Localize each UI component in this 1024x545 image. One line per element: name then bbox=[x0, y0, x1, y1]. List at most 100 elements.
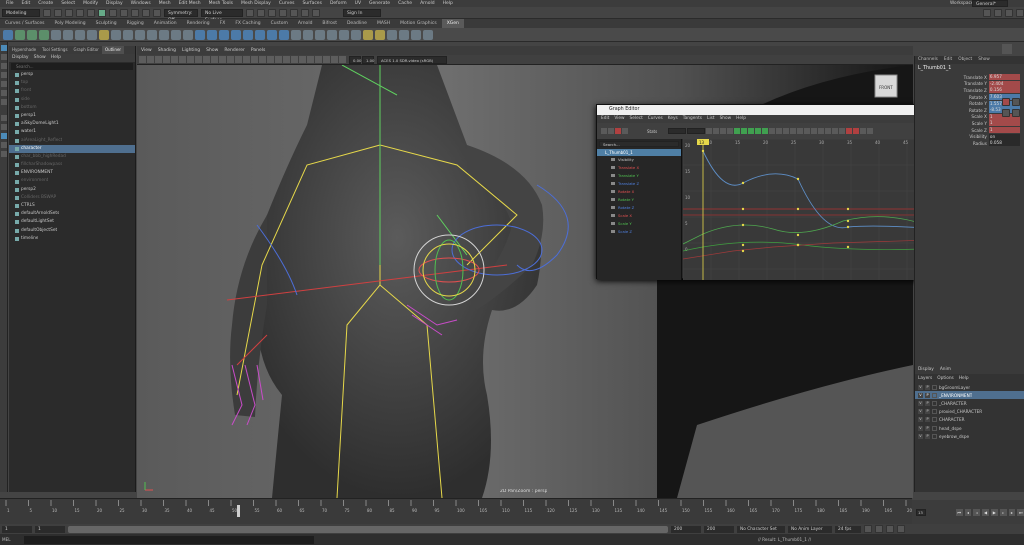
menu-item[interactable]: Surfaces bbox=[298, 1, 326, 6]
graph-channel-row[interactable]: Translate X bbox=[597, 164, 681, 172]
menu-item[interactable]: Mesh bbox=[155, 1, 175, 6]
bookmark-icon[interactable] bbox=[155, 56, 162, 63]
go-to-start-icon[interactable]: ⏮ bbox=[955, 508, 963, 516]
current-time-indicator[interactable] bbox=[237, 505, 240, 517]
insert-knot-icon[interactable] bbox=[135, 29, 145, 40]
clamped-tangent-icon[interactable] bbox=[748, 128, 754, 134]
eye-icon[interactable] bbox=[611, 174, 615, 177]
graph-channel-row[interactable]: Rotate Z bbox=[597, 204, 681, 212]
detach-surface-icon[interactable] bbox=[375, 29, 385, 40]
channel-row[interactable]: Visibility on bbox=[915, 133, 1024, 140]
snap-curve-icon[interactable] bbox=[142, 8, 150, 17]
xray-joints-icon[interactable] bbox=[331, 56, 338, 63]
menu-item[interactable]: Edit Mesh bbox=[175, 1, 205, 6]
open-scene-icon[interactable] bbox=[54, 8, 62, 17]
outliner-tab[interactable]: Outliner bbox=[101, 46, 125, 54]
break-connection-icon[interactable] bbox=[1012, 109, 1020, 117]
shelf-tab[interactable]: FX Caching bbox=[230, 19, 265, 28]
playback-toggle[interactable]: P bbox=[925, 433, 930, 439]
outliner-item[interactable]: persp1 bbox=[9, 112, 135, 120]
eye-icon[interactable] bbox=[611, 222, 615, 225]
menu-item[interactable]: Help bbox=[439, 1, 457, 6]
viewport-menu-item[interactable]: Renderer bbox=[224, 48, 245, 53]
layer-color-swatch[interactable] bbox=[932, 417, 937, 423]
graph-menu-item[interactable]: Help bbox=[736, 115, 746, 123]
step-tangent-icon[interactable] bbox=[769, 128, 775, 134]
lights-icon[interactable] bbox=[267, 56, 274, 63]
fps-dropdown[interactable]: 24 fps bbox=[835, 525, 861, 533]
save-scene-icon[interactable] bbox=[65, 8, 73, 17]
wireframe-on-shaded-icon[interactable] bbox=[251, 56, 258, 63]
bevel-icon[interactable] bbox=[279, 29, 289, 40]
reverse-icon[interactable] bbox=[171, 29, 181, 40]
graph-search[interactable]: Search... bbox=[599, 141, 679, 147]
safe-title-icon[interactable] bbox=[219, 56, 226, 63]
layer-tab[interactable]: Display bbox=[918, 366, 934, 374]
command-input[interactable] bbox=[24, 535, 314, 544]
eye-icon[interactable] bbox=[611, 190, 615, 193]
layer-menu-item[interactable]: Help bbox=[959, 374, 969, 383]
gamma-field[interactable]: 1.00 bbox=[362, 55, 374, 64]
shelf-tab[interactable]: Curves / Surfaces bbox=[0, 19, 50, 28]
channel-row[interactable]: Translate Z 0.156 bbox=[915, 87, 1024, 94]
shelf-tab[interactable]: FX bbox=[215, 19, 231, 28]
layer-row[interactable]: V PbgGroomLayer bbox=[915, 383, 1024, 391]
graph-channel-row[interactable]: Visibility bbox=[597, 156, 681, 164]
duplicate-curve-icon[interactable] bbox=[291, 29, 301, 40]
render-settings-icon[interactable] bbox=[279, 8, 287, 17]
rebuild-icon[interactable] bbox=[183, 29, 193, 40]
default-material-icon[interactable] bbox=[243, 56, 250, 63]
tool-settings-icon[interactable] bbox=[1005, 8, 1013, 17]
sculpt-geometry-icon[interactable] bbox=[423, 29, 433, 40]
modeling-toolkit-tab-icon[interactable] bbox=[1002, 44, 1012, 54]
visibility-toggle[interactable]: V bbox=[918, 384, 923, 390]
outliner-item[interactable]: defaultArnoldSets bbox=[9, 210, 135, 218]
frame-playback-icon[interactable] bbox=[720, 128, 726, 134]
textured-icon[interactable] bbox=[259, 56, 266, 63]
layer-row[interactable]: V P _CHARACTER bbox=[915, 399, 1024, 407]
outliner-item[interactable]: bottom bbox=[9, 104, 135, 112]
outliner-item[interactable]: aiAreaLight_Reflect bbox=[9, 137, 135, 145]
prev-key-icon[interactable]: ◃ bbox=[973, 508, 981, 516]
select-camera-icon[interactable] bbox=[139, 56, 146, 63]
persp-graph-layout-icon[interactable] bbox=[1, 142, 7, 148]
menu-item[interactable]: Create bbox=[34, 1, 57, 6]
outliner-item[interactable]: Colliders BSWAP bbox=[9, 194, 135, 202]
outliner-menu-item[interactable]: Display bbox=[12, 54, 29, 62]
snap-keys-icon[interactable] bbox=[825, 128, 831, 134]
extend-surface-icon[interactable] bbox=[399, 29, 409, 40]
graph-channel-row[interactable]: Scale X bbox=[597, 212, 681, 220]
render-icon[interactable] bbox=[257, 8, 265, 17]
channel-box-object-name[interactable]: L_Thumb01_1 bbox=[915, 66, 1024, 74]
insert-isoparm-icon[interactable] bbox=[387, 29, 397, 40]
modeling-toolkit-icon[interactable] bbox=[983, 8, 991, 17]
graph-channel-row[interactable]: Translate Y bbox=[597, 172, 681, 180]
gate-mask-icon[interactable] bbox=[195, 56, 202, 63]
range-bar[interactable] bbox=[68, 525, 668, 533]
stats-field-2[interactable] bbox=[687, 128, 705, 134]
channel-box-menu-item[interactable]: Object bbox=[958, 56, 972, 64]
shelf-tab[interactable]: Poly Modeling bbox=[50, 19, 91, 28]
shelf-tab[interactable]: Rigging bbox=[122, 19, 149, 28]
sign-in-dropdown[interactable]: Sign In bbox=[343, 8, 381, 17]
layer-color-swatch[interactable] bbox=[932, 425, 937, 431]
channel-box-menu-item[interactable]: Edit bbox=[944, 56, 952, 64]
eye-icon[interactable] bbox=[611, 158, 615, 161]
range-end-field[interactable]: 200 bbox=[671, 525, 701, 533]
outliner-item[interactable]: fillcharShadowpass bbox=[9, 161, 135, 169]
shelf-tab[interactable]: Bifrost bbox=[317, 19, 342, 28]
lock-channel-icon[interactable] bbox=[1012, 98, 1020, 106]
layer-row[interactable]: V Peyebrow_dspe bbox=[915, 432, 1024, 440]
channel-box-icon[interactable] bbox=[1016, 8, 1024, 17]
loft-icon[interactable] bbox=[207, 29, 217, 40]
viewport-menu-item[interactable]: Lighting bbox=[182, 48, 200, 53]
visibility-toggle[interactable]: V bbox=[918, 433, 923, 439]
intersect-icon[interactable] bbox=[327, 29, 337, 40]
outliner-menu-item[interactable]: Help bbox=[51, 54, 61, 62]
persp-outliner-layout-icon[interactable] bbox=[1, 133, 7, 139]
outliner-item[interactable]: persp bbox=[9, 71, 135, 79]
birail-icon[interactable] bbox=[243, 29, 253, 40]
anim-layer-dropdown[interactable]: No Anim Layer bbox=[788, 525, 832, 533]
frame-selection-icon[interactable] bbox=[713, 128, 719, 134]
graph-channel-row[interactable]: Rotate Y bbox=[597, 196, 681, 204]
